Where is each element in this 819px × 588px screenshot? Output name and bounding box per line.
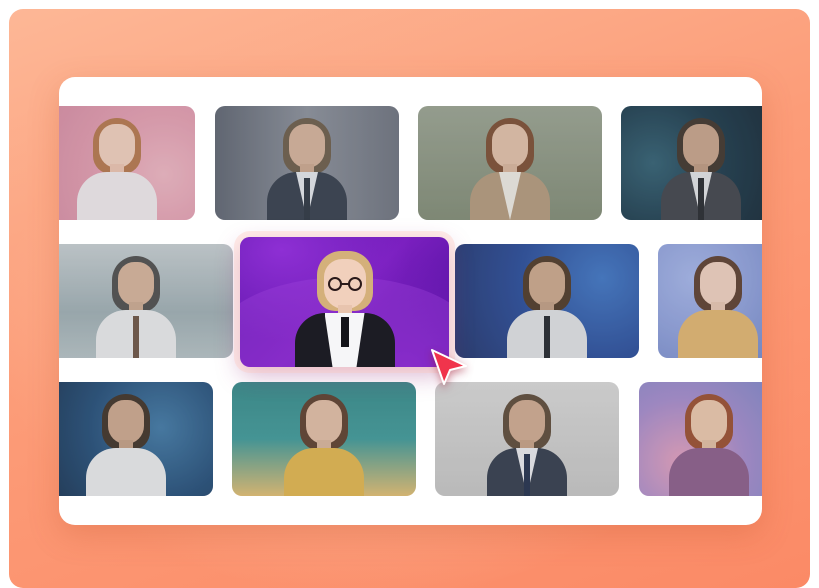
avatar-card[interactable]: [59, 106, 195, 220]
avatar-card[interactable]: [59, 244, 233, 358]
avatar-card[interactable]: [658, 244, 762, 358]
avatar-card[interactable]: [455, 244, 639, 358]
avatar-card[interactable]: [639, 382, 762, 496]
avatar-card[interactable]: [232, 382, 416, 496]
glasses-icon: [327, 277, 362, 291]
avatar-card[interactable]: [621, 106, 762, 220]
featured-avatar-card[interactable]: [240, 237, 449, 367]
avatar-card[interactable]: [59, 382, 213, 496]
avatar-row-3: [59, 382, 762, 496]
avatar-row-1: [59, 106, 762, 220]
avatar-card[interactable]: [418, 106, 602, 220]
avatar-card[interactable]: [215, 106, 399, 220]
avatar-card[interactable]: [435, 382, 619, 496]
cursor-arrow-icon: [431, 349, 467, 385]
